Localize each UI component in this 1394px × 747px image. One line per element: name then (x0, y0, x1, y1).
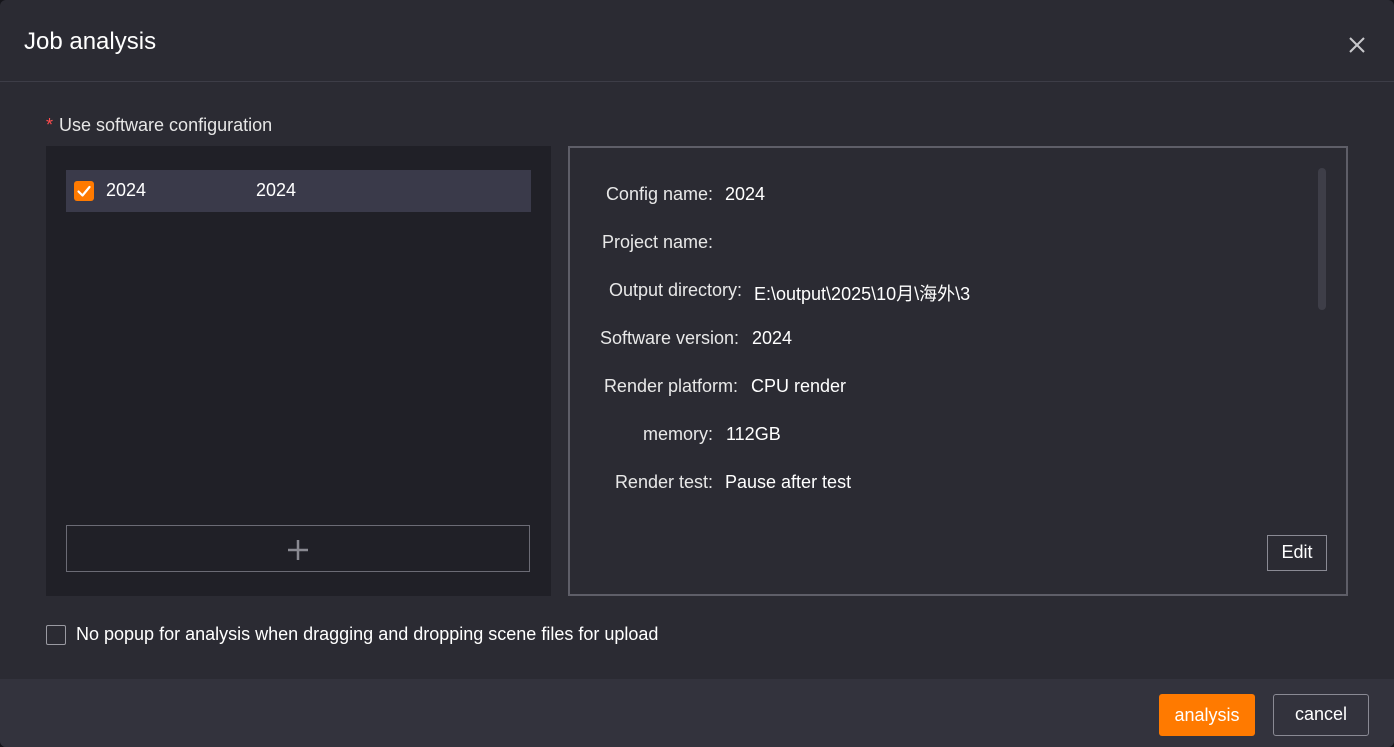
detail-value: Pause after test (725, 472, 852, 492)
required-mark: * (46, 115, 54, 135)
detail-value: E:\output\2025\10月\海外\3 (754, 284, 971, 304)
detail-value: 2024 (725, 184, 766, 204)
cancel-button[interactable]: cancel (1273, 694, 1369, 736)
dialog-header: Job analysis (0, 0, 1394, 82)
add-config-button[interactable] (66, 525, 530, 572)
dialog-title: Job analysis (24, 28, 157, 55)
detail-label: Output directory: (608, 280, 742, 300)
no-popup-label: No popup for analysis when dragging and … (76, 624, 659, 644)
section-label: * Use software configuration (46, 115, 272, 136)
checkbox-checked-icon[interactable] (74, 181, 94, 201)
detail-label: Render platform: (603, 376, 738, 396)
config-list-item[interactable]: 2024 2024 (66, 170, 531, 212)
checkbox-unchecked-icon[interactable] (46, 625, 66, 645)
detail-label: Project name: (601, 232, 713, 252)
scrollbar[interactable] (1318, 168, 1326, 310)
detail-row-memory: memory: 112GB (570, 424, 1290, 450)
config-version: 2024 (256, 180, 297, 200)
detail-value: 112GB (726, 424, 781, 444)
detail-row-render-test: Render test: Pause after test (570, 472, 1290, 498)
close-icon[interactable] (1344, 32, 1370, 58)
config-name: 2024 (106, 180, 147, 200)
detail-value: 2024 (752, 328, 793, 348)
plus-icon (288, 540, 308, 560)
detail-row-render-platform: Render platform: CPU render (570, 376, 1290, 402)
detail-label: Render test: (614, 472, 713, 492)
detail-label: memory: (642, 424, 713, 444)
detail-value: CPU render (751, 376, 847, 396)
analysis-button[interactable]: analysis (1159, 694, 1255, 736)
section-label-text: Use software configuration (59, 115, 273, 135)
edit-button[interactable]: Edit (1267, 535, 1327, 571)
detail-row-software-version: Software version: 2024 (570, 328, 1290, 354)
config-list-panel: 2024 2024 (46, 146, 551, 596)
config-details-panel: Config name: 2024 Project name: Output d… (568, 146, 1348, 596)
detail-label: Config name: (605, 184, 713, 204)
detail-row-config-name: Config name: 2024 (570, 184, 1290, 210)
detail-label: Software version: (599, 328, 739, 348)
detail-row-project-name: Project name: (570, 232, 1290, 258)
job-analysis-dialog: Job analysis * Use software configuration… (0, 0, 1394, 747)
dialog-footer: analysis cancel (0, 679, 1394, 747)
detail-row-output-directory: Output directory: E:\output\2025\10月\海外\… (570, 280, 1290, 306)
